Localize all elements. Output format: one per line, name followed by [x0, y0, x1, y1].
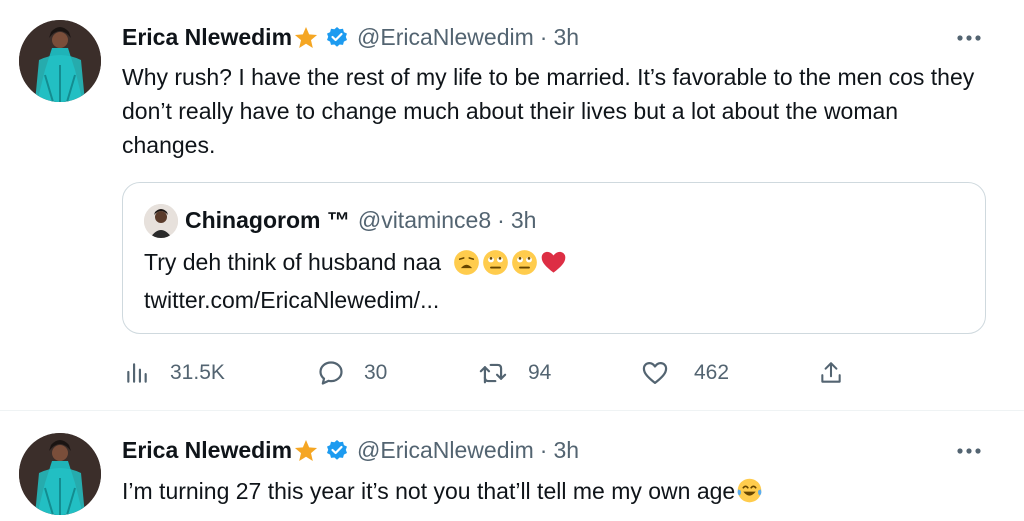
retweet-count: 94: [528, 361, 552, 384]
handle[interactable]: @EricaNlewedim: [357, 24, 534, 51]
avatar[interactable]: [19, 433, 101, 515]
tweet-actions: 31.5K 30 94 462: [122, 358, 862, 394]
eye-roll-emoji-icon: [511, 249, 538, 285]
display-name[interactable]: Erica Nlewedim: [122, 24, 292, 51]
quote-handle: @vitamince8: [357, 207, 492, 233]
tweet-header: Erica Nlewedim @EricaNlewedim · 3h: [122, 437, 579, 464]
quote-text-line: Try deh think of husband naa: [144, 245, 567, 285]
quote-link[interactable]: twitter.com/EricaNlewedim/...: [144, 283, 439, 317]
quote-display-name: Chinagorom ™: [185, 207, 350, 233]
eye-roll-emoji-icon: [482, 249, 509, 285]
quoted-tweet[interactable]: Chinagorom ™ @vitamince8 · 3h Try deh th…: [122, 182, 986, 334]
display-name[interactable]: Erica Nlewedim: [122, 437, 292, 464]
red-heart-emoji-icon: [540, 249, 567, 285]
separator-dot: ·: [539, 437, 548, 463]
views-button[interactable]: 31.5K: [122, 358, 225, 388]
timestamp[interactable]: 3h: [553, 24, 579, 51]
reply-icon: [316, 358, 346, 388]
quote-avatar: [144, 204, 178, 238]
retweet-icon: [478, 358, 508, 388]
views-count: 31.5K: [170, 361, 225, 384]
separator-dot: ·: [497, 207, 505, 233]
star-emoji-icon: [293, 438, 319, 464]
more-options-icon[interactable]: [954, 441, 984, 461]
verified-badge-icon: [325, 26, 349, 50]
heart-icon: [640, 358, 670, 388]
like-button[interactable]: 462: [640, 358, 729, 388]
star-emoji-icon: [293, 25, 319, 51]
tweet-text-line: I’m turning 27 this year it’s not you th…: [122, 474, 992, 513]
more-options-icon[interactable]: [954, 28, 984, 48]
views-icon: [122, 358, 152, 388]
reply-count: 30: [364, 361, 388, 384]
quote-header: Chinagorom ™ @vitamince8 · 3h: [185, 207, 536, 234]
timestamp[interactable]: 3h: [553, 437, 579, 464]
retweet-button[interactable]: 94: [478, 358, 551, 388]
quote-timestamp: 3h: [510, 207, 537, 233]
reply-button[interactable]: 30: [316, 358, 387, 388]
separator-dot: ·: [539, 24, 548, 50]
weary-face-emoji-icon: [453, 249, 480, 285]
like-count: 462: [694, 361, 730, 384]
share-icon: [816, 358, 846, 388]
avatar[interactable]: [19, 20, 101, 102]
tweet-text: I’m turning 27 this year it’s not you th…: [122, 478, 736, 504]
handle[interactable]: @EricaNlewedim: [357, 437, 534, 464]
tears-of-joy-emoji-icon: [736, 477, 763, 513]
share-button[interactable]: [816, 358, 846, 388]
tweet-text: Why rush? I have the rest of my life to …: [122, 64, 975, 158]
verified-badge-icon: [325, 439, 349, 463]
tweet-header: Erica Nlewedim @EricaNlewedim · 3h: [122, 24, 579, 51]
quote-text: Try deh think of husband naa: [144, 249, 442, 275]
quote-emojis: [453, 249, 567, 285]
